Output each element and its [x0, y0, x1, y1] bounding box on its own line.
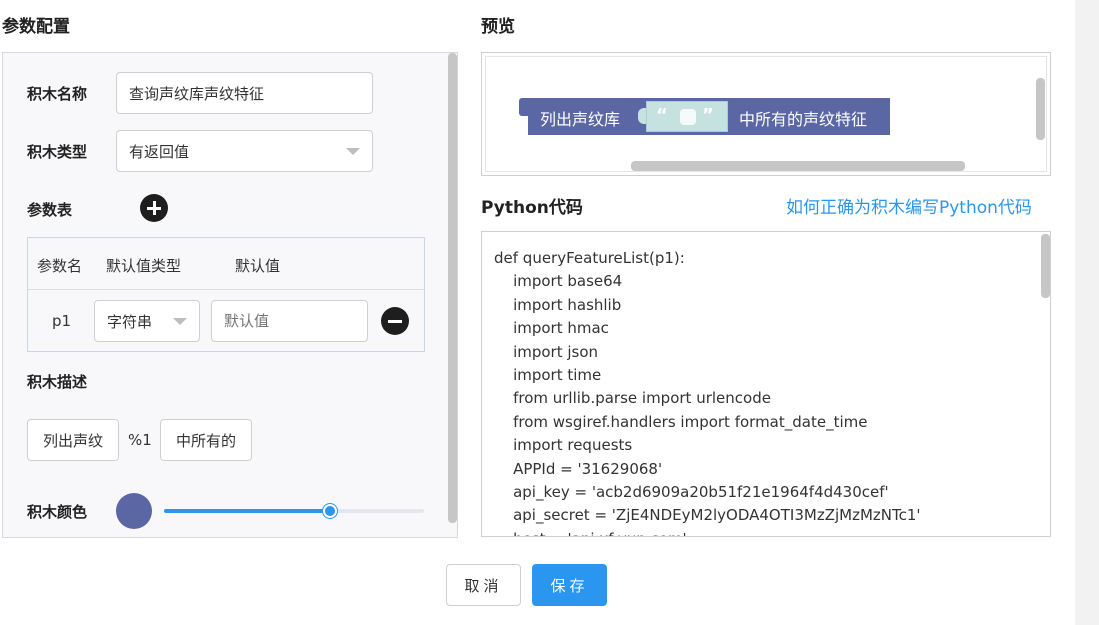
preview-canvas[interactable]: 列出声纹库 “ ” 中所有的声纹特征 [481, 52, 1051, 176]
preview-scrollbar-horizontal[interactable] [631, 161, 965, 171]
code-line: import base64 [494, 272, 623, 291]
code-help-link[interactable]: 如何正确为积木编写Python代码 [786, 193, 1032, 218]
block-text-after: 中所有的声纹特征 [739, 110, 868, 129]
block-type-label: 积木类型 [27, 143, 88, 161]
code-line: APPId = '31629068' [494, 459, 663, 478]
block-name-input[interactable] [116, 72, 373, 114]
param-default-input[interactable] [211, 300, 368, 342]
header-default-value: 默认值 [235, 257, 281, 275]
string-input-slot[interactable]: “ ” [646, 101, 728, 132]
header-default-type: 默认值类型 [106, 257, 182, 275]
block-type-value: 有返回值 [129, 142, 190, 161]
chevron-down-icon [346, 148, 360, 155]
block-text-before: 列出声纹库 [540, 110, 621, 129]
save-button[interactable]: 保存 [532, 564, 607, 606]
code-line: import time [494, 366, 602, 385]
params-panel-scrollbar[interactable] [448, 53, 457, 523]
header-param-name: 参数名 [37, 257, 83, 275]
param-type-select[interactable]: 字符串 [94, 300, 200, 342]
preview-scrollbar-vertical[interactable] [1036, 78, 1045, 140]
preview-title: 预览 [481, 17, 515, 37]
code-line: import hashlib [494, 295, 622, 314]
code-line: api_key = 'acb2d6909a20b51f21e1964f4d430… [494, 483, 889, 502]
cancel-button[interactable]: 取消 [446, 564, 521, 606]
code-line: host = 'api.xf-yun.com' [494, 528, 921, 536]
block-color-label: 积木颜色 [27, 503, 88, 521]
params-config-title: 参数配置 [2, 17, 70, 37]
params-config-panel: 积木名称 积木类型 有返回值 参数表 参数名 默认值类型 默认值 p1 字符串 … [2, 52, 458, 538]
code-line: import hmac [494, 319, 609, 338]
python-code-title: Python代码 [481, 198, 583, 218]
param-type-value: 字符串 [107, 312, 153, 331]
preview-block[interactable]: 列出声纹库 “ ” 中所有的声纹特征 [519, 98, 890, 135]
param-table: 参数名 默认值类型 默认值 p1 字符串 [27, 237, 425, 352]
param-name-cell: p1 [52, 312, 72, 330]
chevron-down-icon [173, 318, 187, 325]
quote-close-icon: ” [702, 105, 714, 126]
quote-open-icon: “ [656, 105, 668, 126]
code-line: import json [494, 342, 599, 361]
block-name-label: 积木名称 [27, 85, 88, 103]
desc-param-token: %1 [128, 431, 152, 449]
code-line: from wsgiref.handlers import format_date… [494, 412, 868, 431]
color-slider-handle[interactable] [323, 504, 337, 518]
color-slider-fill [164, 509, 330, 513]
window-right-gutter [1075, 0, 1099, 625]
desc-text-chip-2[interactable]: 中所有的 [160, 419, 252, 461]
param-table-header: 参数名 默认值类型 默认值 [28, 238, 424, 290]
block-connector [519, 98, 529, 116]
preview-workspace: 列出声纹库 “ ” 中所有的声纹特征 [485, 56, 1047, 172]
string-field[interactable] [680, 109, 696, 125]
desc-text-chip-1[interactable]: 列出声纹 [27, 419, 119, 461]
code-line: def queryFeatureList(p1): [494, 249, 685, 267]
code-text: def queryFeatureList(p1): import base64 … [494, 247, 921, 536]
block-desc-label: 积木描述 [27, 373, 88, 391]
code-line: from urllib.parse import urlencode [494, 389, 771, 408]
add-param-button[interactable] [140, 194, 168, 222]
param-table-label: 参数表 [27, 201, 73, 219]
code-line: import requests [494, 436, 633, 455]
block-color-swatch[interactable] [116, 493, 152, 529]
code-scrollbar[interactable] [1041, 234, 1050, 298]
block-type-select[interactable]: 有返回值 [116, 130, 373, 172]
code-line: api_secret = 'ZjE4NDEyM2lyODA4OTI3MzZjMz… [494, 506, 921, 525]
python-code-editor[interactable]: def queryFeatureList(p1): import base64 … [481, 231, 1051, 537]
remove-param-button[interactable] [381, 307, 409, 335]
